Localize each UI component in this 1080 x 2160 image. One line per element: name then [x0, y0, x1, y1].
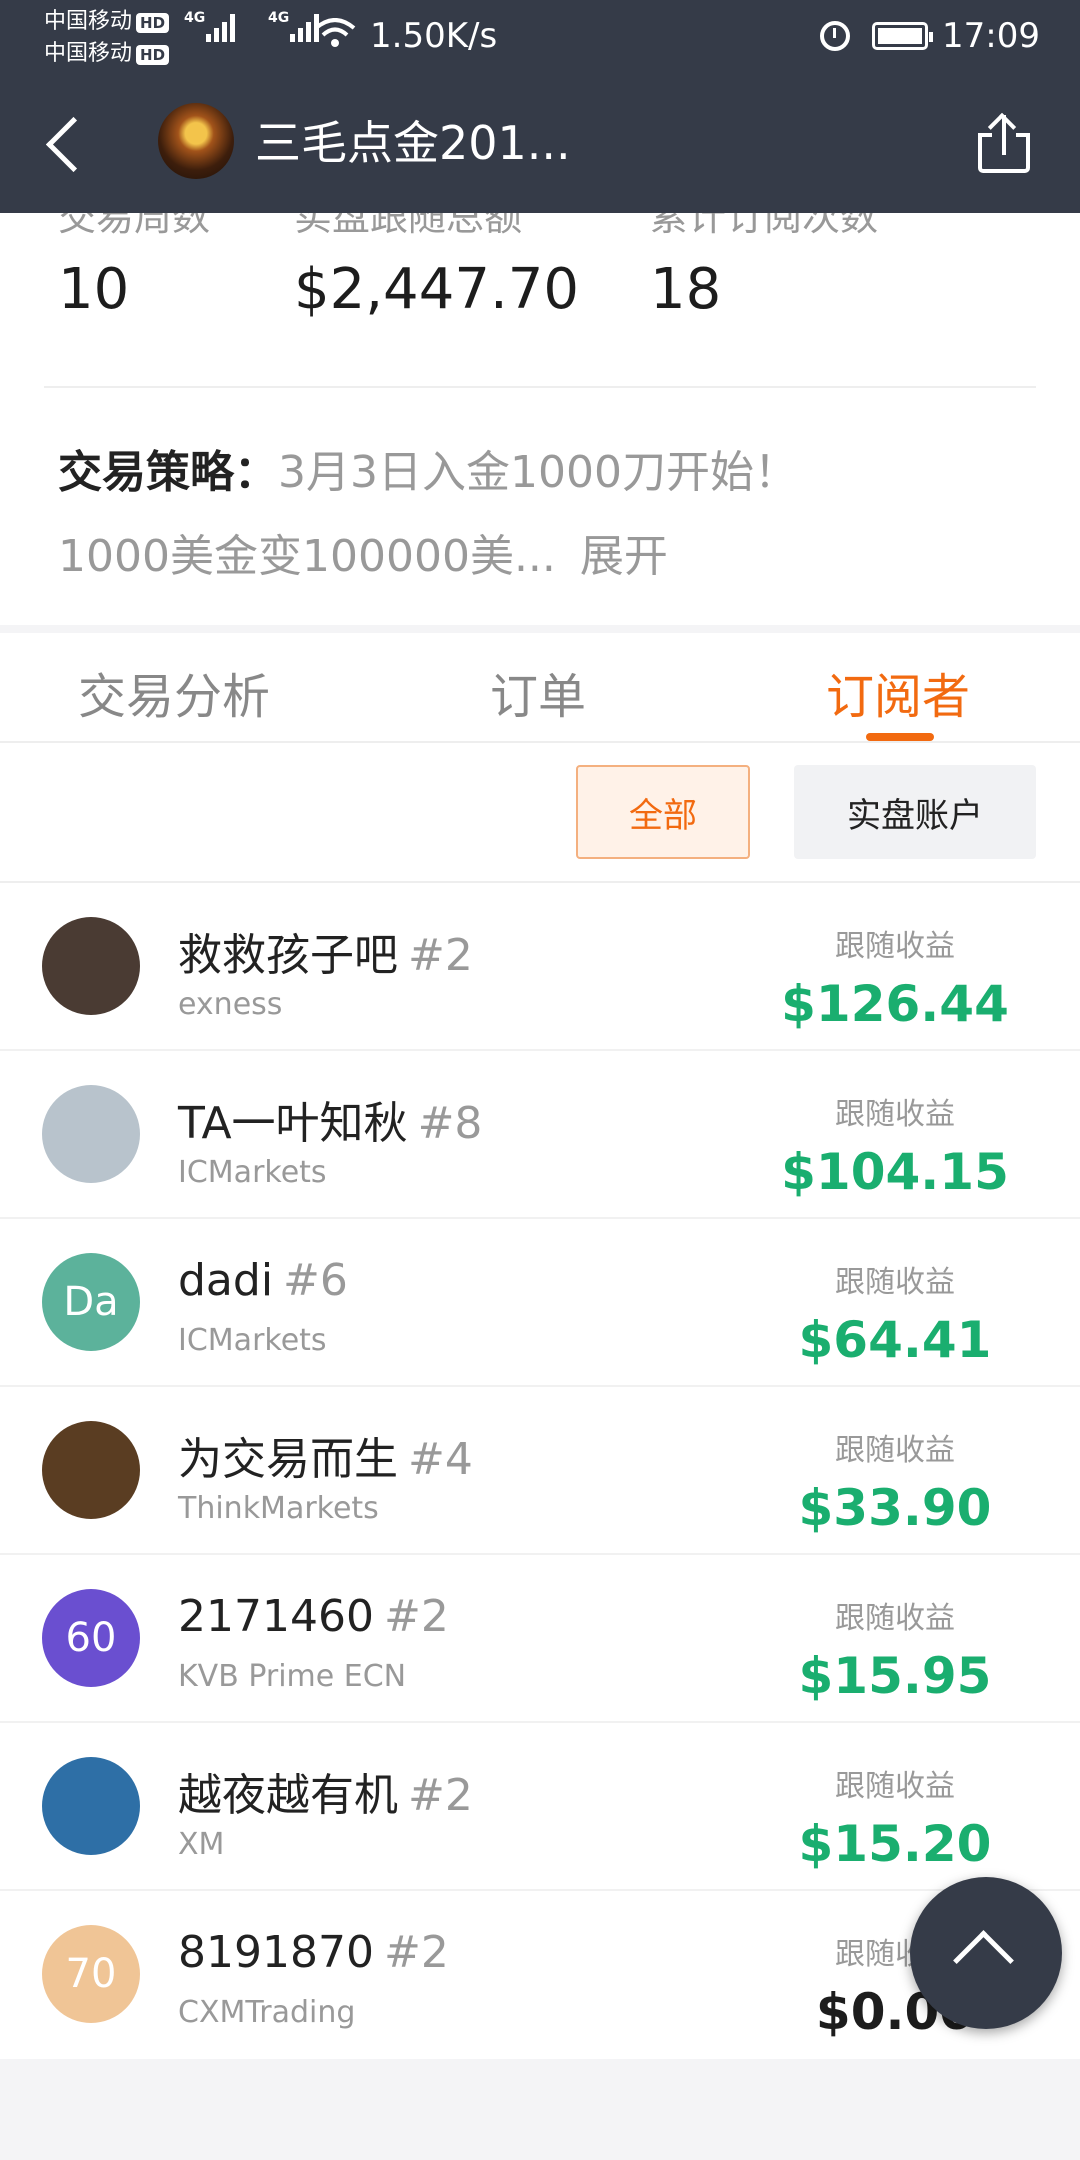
profit-value: $15.95 — [798, 1647, 992, 1705]
tab-subscribers[interactable]: 订阅者 — [826, 657, 970, 727]
subscriber-broker: exness — [178, 987, 283, 1022]
hd-badge: HD — [136, 45, 170, 65]
subscriber-name: 越夜越有机 #2 — [178, 1759, 473, 1823]
subscriber-name: 救救孩子吧 #2 — [178, 919, 473, 983]
stat-value: 10 — [58, 257, 130, 322]
subscriber-nickname: 2171460 — [178, 1591, 374, 1642]
list-item[interactable]: 越夜越有机 #2 XM 跟随收益 $15.20 — [0, 1723, 1080, 1891]
network-type: 4G — [268, 10, 290, 26]
profit-value: $126.44 — [781, 975, 1009, 1033]
profit-value: $33.90 — [798, 1479, 992, 1537]
subscriber-name: TA一叶知秋 #8 — [178, 1087, 482, 1151]
summary-panel: 交易周数 10 实盘跟随总额 $2,447.70 累计订阅次数 18 交易策略：… — [0, 213, 1080, 625]
list-item[interactable]: Da dadi #6 ICMarkets 跟随收益 $64.41 — [0, 1219, 1080, 1387]
divider — [44, 386, 1036, 388]
subscriber-name: 为交易而生 #4 — [178, 1423, 473, 1487]
avatar[interactable]: 60 — [42, 1589, 140, 1687]
filter-all-button[interactable]: 全部 — [576, 765, 750, 859]
wifi-icon — [314, 18, 356, 48]
subscriber-broker: ICMarkets — [178, 1155, 327, 1190]
strategy-text: 交易策略：3月3日入金1000刀开始！ 1000美金变100000美... 展开 — [58, 431, 1038, 599]
subscriber-nickname: TA一叶知秋 — [178, 1098, 408, 1149]
alarm-icon — [820, 21, 851, 51]
share-icon[interactable] — [978, 112, 1030, 173]
network-speed: 1.50K/s — [370, 16, 498, 56]
battery-icon — [872, 22, 934, 50]
subscriber-rank: #4 — [408, 1434, 473, 1485]
subscriber-broker: KVB Prime ECN — [178, 1659, 407, 1694]
subscriber-rank: #2 — [383, 1591, 449, 1642]
stat-value: 18 — [650, 257, 722, 322]
profit-label: 跟随收益 — [835, 1433, 955, 1468]
scroll-to-top-button[interactable] — [910, 1877, 1062, 2029]
signal-icon: 4G — [184, 10, 238, 42]
status-right: 17:09 — [820, 16, 1040, 56]
tab-analysis[interactable]: 交易分析 — [78, 657, 270, 727]
top-bar: 中国移动 HD 中国移动 HD 4G 4G 1.50K/s 17:09 三毛点金20… — [0, 0, 1080, 213]
profit-label: 跟随收益 — [835, 1601, 955, 1636]
back-icon[interactable] — [40, 113, 100, 183]
active-tab-indicator — [866, 733, 934, 741]
avatar[interactable]: 70 — [42, 1925, 140, 2023]
subscriber-nickname: 越夜越有机 — [178, 1770, 398, 1821]
subscriber-rank: #2 — [383, 1927, 449, 1978]
subscriber-broker: CXMTrading — [178, 1995, 356, 2030]
subscriber-rank: #2 — [408, 930, 473, 981]
stat-label: 实盘跟随总额 — [294, 213, 523, 239]
subscriber-broker: ICMarkets — [178, 1323, 327, 1358]
subscriber-nickname: 为交易而生 — [178, 1434, 398, 1485]
list-item[interactable]: 为交易而生 #4 ThinkMarkets 跟随收益 $33.90 — [0, 1387, 1080, 1555]
profit-label: 跟随收益 — [835, 1265, 955, 1300]
subscriber-list: 救救孩子吧 #2 exness 跟随收益 $126.44 TA一叶知秋 #8 ICMarket… — [0, 883, 1080, 2059]
profit-label: 跟随收益 — [835, 1769, 955, 1804]
stat-label: 交易周数 — [58, 213, 211, 239]
tab-bar: 交易分析 订单 订阅者 — [0, 633, 1080, 743]
stat-label: 累计订阅次数 — [650, 213, 879, 239]
strategy-avatar[interactable] — [158, 103, 234, 179]
filter-bar: 全部 实盘账户 — [0, 743, 1080, 883]
list-item[interactable]: TA一叶知秋 #8 ICMarkets 跟随收益 $104.15 — [0, 1051, 1080, 1219]
network-type: 4G — [184, 10, 206, 26]
strategy-line2: 1000美金变100000美... — [58, 531, 556, 582]
subscriber-nickname: dadi — [178, 1255, 274, 1306]
clock: 17:09 — [942, 16, 1040, 56]
carrier-info: 中国移动 HD 中国移动 HD — [44, 6, 170, 70]
subscriber-rank: #8 — [417, 1098, 483, 1149]
hd-badge: HD — [136, 13, 170, 33]
list-item[interactable]: 60 2171460 #2 KVB Prime ECN 跟随收益 $15.95 — [0, 1555, 1080, 1723]
list-item[interactable]: 救救孩子吧 #2 exness 跟随收益 $126.44 — [0, 883, 1080, 1051]
strategy-label: 交易策略： — [58, 447, 278, 498]
subscriber-rank: #2 — [408, 1770, 473, 1821]
avatar[interactable] — [42, 1085, 140, 1183]
subscriber-name: 8191870 #2 — [178, 1927, 449, 1978]
carrier-1: 中国移动 — [44, 9, 133, 34]
page-title: 三毛点金201... — [255, 116, 571, 170]
avatar[interactable] — [42, 1421, 140, 1519]
stat-value: $2,447.70 — [294, 257, 580, 322]
avatar[interactable] — [42, 917, 140, 1015]
subscriber-nickname: 8191870 — [178, 1927, 374, 1978]
carrier-2: 中国移动 — [44, 41, 133, 66]
subscriber-rank: #6 — [283, 1255, 348, 1306]
subscriber-name: 2171460 #2 — [178, 1591, 449, 1642]
profit-value: $64.41 — [798, 1311, 992, 1369]
profit-value: $104.15 — [781, 1143, 1009, 1201]
profit-label: 跟随收益 — [835, 1097, 955, 1132]
avatar[interactable]: Da — [42, 1253, 140, 1351]
subscriber-name: dadi #6 — [178, 1255, 348, 1306]
filter-real-account-button[interactable]: 实盘账户 — [794, 765, 1036, 859]
avatar[interactable] — [42, 1757, 140, 1855]
profit-label: 跟随收益 — [835, 929, 955, 964]
status-bar: 中国移动 HD 中国移动 HD 4G 4G 1.50K/s 17:09 — [0, 0, 1080, 75]
strategy-line1: 3月3日入金1000刀开始！ — [278, 447, 798, 498]
subscriber-broker: XM — [178, 1827, 225, 1862]
tab-orders[interactable]: 订单 — [490, 657, 586, 727]
expand-link[interactable]: 展开 — [580, 531, 668, 582]
nav-bar: 三毛点金201... — [0, 75, 1080, 213]
subscriber-broker: ThinkMarkets — [178, 1491, 379, 1526]
profit-value: $15.20 — [798, 1815, 992, 1873]
subscriber-nickname: 救救孩子吧 — [178, 930, 398, 981]
